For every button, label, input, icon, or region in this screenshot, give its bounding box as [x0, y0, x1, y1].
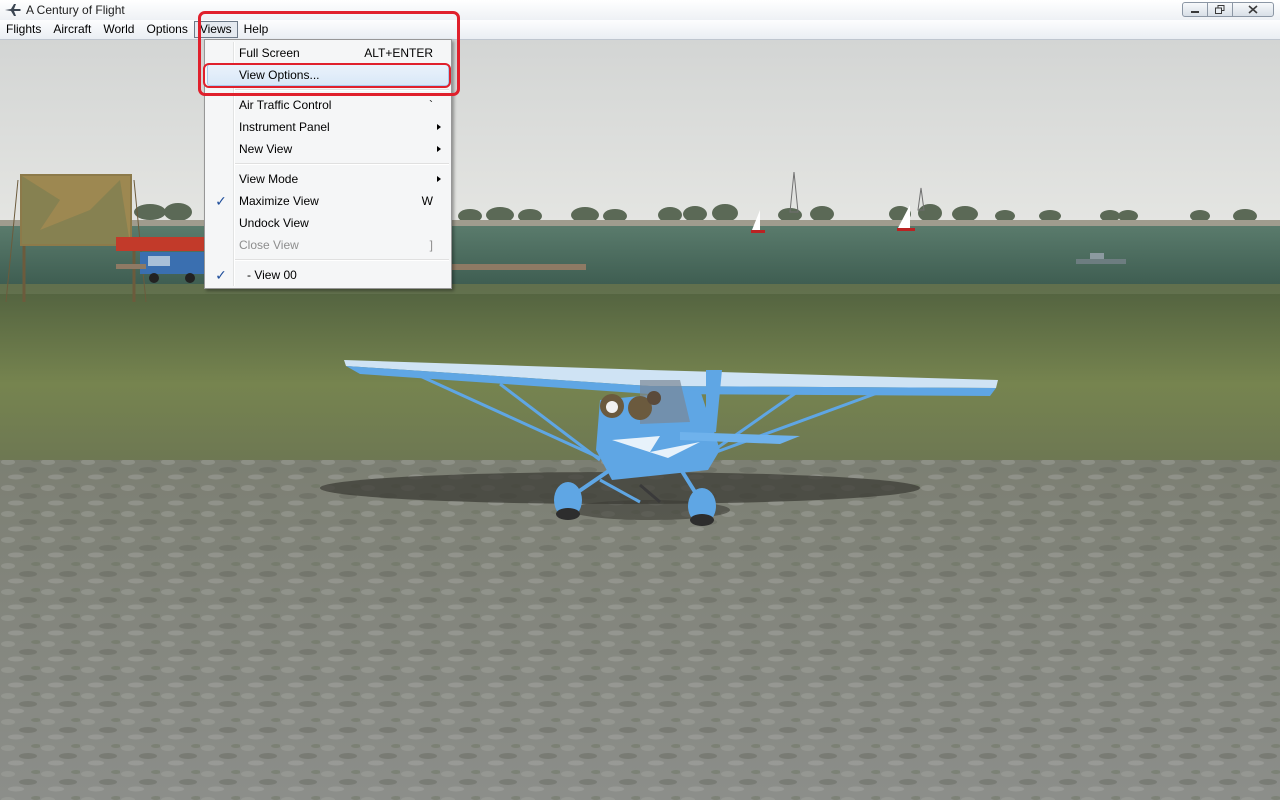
menu-item-view-options[interactable]: View Options... [207, 64, 449, 86]
menu-separator [235, 163, 449, 165]
close-button[interactable] [1232, 2, 1274, 17]
menu-item-close-view: Close View ] [207, 234, 449, 256]
chevron-right-icon [437, 146, 441, 152]
menu-bar: Flights Aircraft World Options Views Hel… [0, 20, 1280, 40]
menu-item-label: Close View [239, 238, 299, 252]
menu-item-instrument-panel[interactable]: Instrument Panel [207, 116, 449, 138]
menu-separator [235, 259, 449, 261]
menu-item-undock-view[interactable]: Undock View [207, 212, 449, 234]
minimize-icon [1191, 10, 1199, 13]
menu-item-label: Undock View [239, 216, 309, 230]
flight-sim-window: A Century of Flight Flights Aircraft Wor… [0, 0, 1280, 800]
restore-icon [1215, 5, 1225, 14]
menu-item-label: New View [239, 142, 293, 156]
menu-item-label: Full Screen [239, 46, 300, 60]
menu-item-full-screen[interactable]: Full Screen ALT+ENTER [207, 42, 449, 64]
menu-item-label: View Mode [239, 172, 299, 186]
menu-item-view-mode[interactable]: View Mode [207, 168, 449, 190]
title-bar[interactable]: A Century of Flight [0, 0, 1280, 21]
chevron-right-icon [437, 176, 441, 182]
menu-item-shortcut: ] [429, 238, 433, 252]
checkmark-icon: ✓ [215, 267, 227, 283]
menu-options[interactable]: Options [140, 20, 193, 39]
airplane-icon [5, 4, 21, 16]
scene-graphic [0, 40, 1280, 800]
window-title: A Century of Flight [26, 3, 125, 17]
menu-flights[interactable]: Flights [0, 20, 47, 39]
menu-item-label: View Options... [239, 68, 320, 82]
menu-item-label: Maximize View [239, 194, 319, 208]
menu-item-maximize-view[interactable]: ✓ Maximize View W [207, 190, 449, 212]
menu-help[interactable]: Help [238, 20, 275, 39]
flight-view-viewport[interactable] [0, 40, 1280, 800]
menu-separator [235, 89, 449, 91]
window-controls [1182, 2, 1274, 17]
minimize-button[interactable] [1182, 2, 1208, 17]
menu-item-new-view[interactable]: New View [207, 138, 449, 160]
checkmark-icon: ✓ [215, 193, 227, 209]
menu-item-air-traffic-control[interactable]: Air Traffic Control ` [207, 94, 449, 116]
menu-aircraft[interactable]: Aircraft [47, 20, 97, 39]
menu-item-shortcut: W [421, 194, 433, 208]
chevron-right-icon [437, 124, 441, 130]
menu-item-label: Air Traffic Control [239, 98, 332, 112]
menu-item-label: - View 00 [247, 268, 297, 282]
menu-item-label: Instrument Panel [239, 120, 330, 134]
menu-item-view-00[interactable]: ✓ - View 00 [207, 264, 449, 286]
close-icon [1248, 5, 1258, 14]
menu-world[interactable]: World [97, 20, 140, 39]
restore-button[interactable] [1207, 2, 1233, 17]
menu-item-shortcut: ` [429, 98, 433, 112]
menu-item-shortcut: ALT+ENTER [364, 46, 433, 60]
views-dropdown-menu: Full Screen ALT+ENTER View Options... Ai… [204, 39, 452, 289]
menu-views[interactable]: Views [193, 21, 238, 38]
